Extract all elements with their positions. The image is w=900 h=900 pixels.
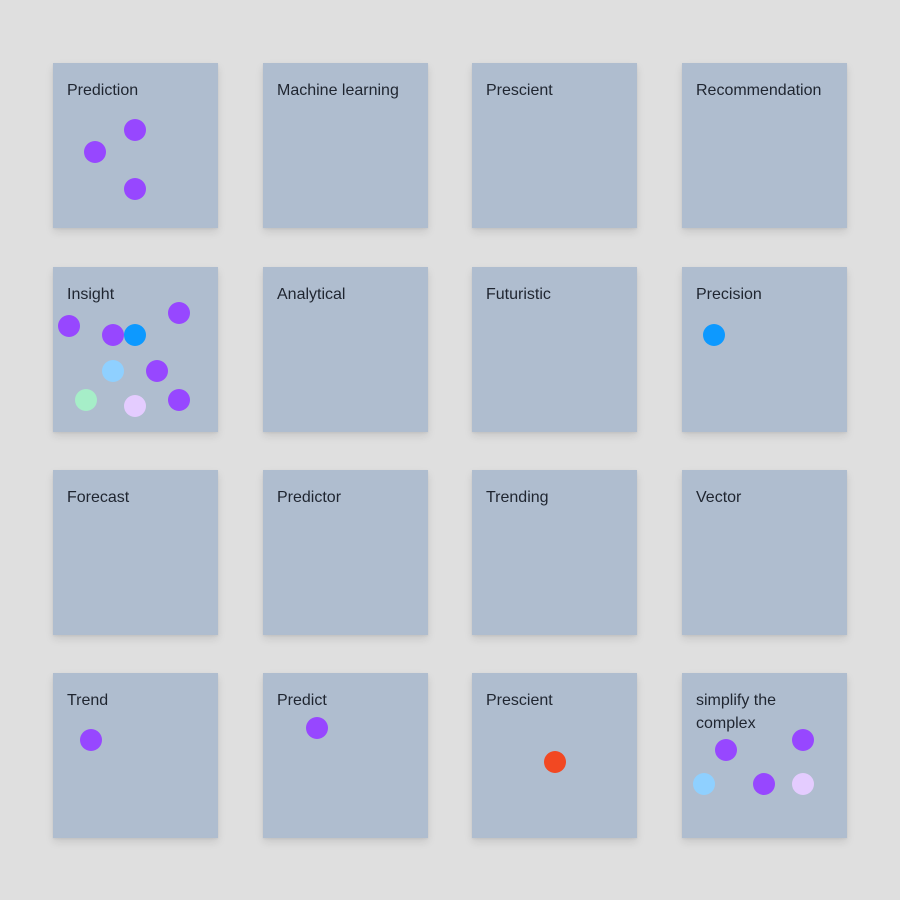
sticky-note-label: Trending [486,489,549,506]
sticky-note-prescient[interactable]: Prescient [472,63,637,228]
vote-dot-purple[interactable] [168,389,190,411]
sticky-note-label: Precision [696,286,762,303]
sticky-note-analytical[interactable]: Analytical [263,267,428,432]
sticky-note-futuristic[interactable]: Futuristic [472,267,637,432]
sticky-note-label: simplify the complex [696,692,777,732]
sticky-note-trending[interactable]: Trending [472,470,637,635]
vote-dot-purple[interactable] [146,360,168,382]
sticky-note-label: Prescient [486,82,553,99]
sticky-note-simplify-the-complex[interactable]: simplify the complex [682,673,847,838]
whiteboard-canvas[interactable]: Prediction Machine learning Prescient Re… [0,0,900,900]
vote-dot-light-blue[interactable] [693,773,715,795]
sticky-note-machine-learning[interactable]: Machine learning [263,63,428,228]
sticky-note-predict[interactable]: Predict [263,673,428,838]
sticky-note-label: Prediction [67,82,139,99]
vote-dot-purple[interactable] [124,178,146,200]
vote-dot-mint[interactable] [75,389,97,411]
sticky-note-precision[interactable]: Precision [682,267,847,432]
sticky-note-prediction[interactable]: Prediction [53,63,218,228]
vote-dot-blue[interactable] [124,324,146,346]
sticky-note-label: Vector [696,489,742,506]
sticky-note-trend[interactable]: Trend [53,673,218,838]
sticky-note-label: Futuristic [486,286,551,303]
sticky-note-label: Trend [67,692,109,709]
sticky-note-label: Predict [277,692,327,709]
sticky-note-label: Insight [67,286,115,303]
vote-dot-purple[interactable] [80,729,102,751]
sticky-note-label: Analytical [277,286,346,303]
sticky-note-predictor[interactable]: Predictor [263,470,428,635]
sticky-note-label: Recommendation [696,82,822,99]
vote-dot-purple[interactable] [715,739,737,761]
vote-dot-purple[interactable] [58,315,80,337]
sticky-note-forecast[interactable]: Forecast [53,470,218,635]
vote-dot-purple[interactable] [124,119,146,141]
vote-dot-blue[interactable] [703,324,725,346]
vote-dot-purple[interactable] [84,141,106,163]
sticky-note-label: Forecast [67,489,130,506]
vote-dot-purple[interactable] [792,729,814,751]
vote-dot-purple[interactable] [306,717,328,739]
vote-dot-light-blue[interactable] [102,360,124,382]
vote-dot-purple[interactable] [753,773,775,795]
sticky-note-label: Prescient [486,692,553,709]
sticky-note-recommendation[interactable]: Recommendation [682,63,847,228]
sticky-note-label: Predictor [277,489,342,506]
vote-dot-red[interactable] [544,751,566,773]
sticky-note-label: Machine learning [277,82,399,99]
vote-dot-purple[interactable] [168,302,190,324]
vote-dot-purple[interactable] [102,324,124,346]
vote-dot-lavender[interactable] [792,773,814,795]
sticky-note-vector[interactable]: Vector [682,470,847,635]
vote-dot-lavender[interactable] [124,395,146,417]
